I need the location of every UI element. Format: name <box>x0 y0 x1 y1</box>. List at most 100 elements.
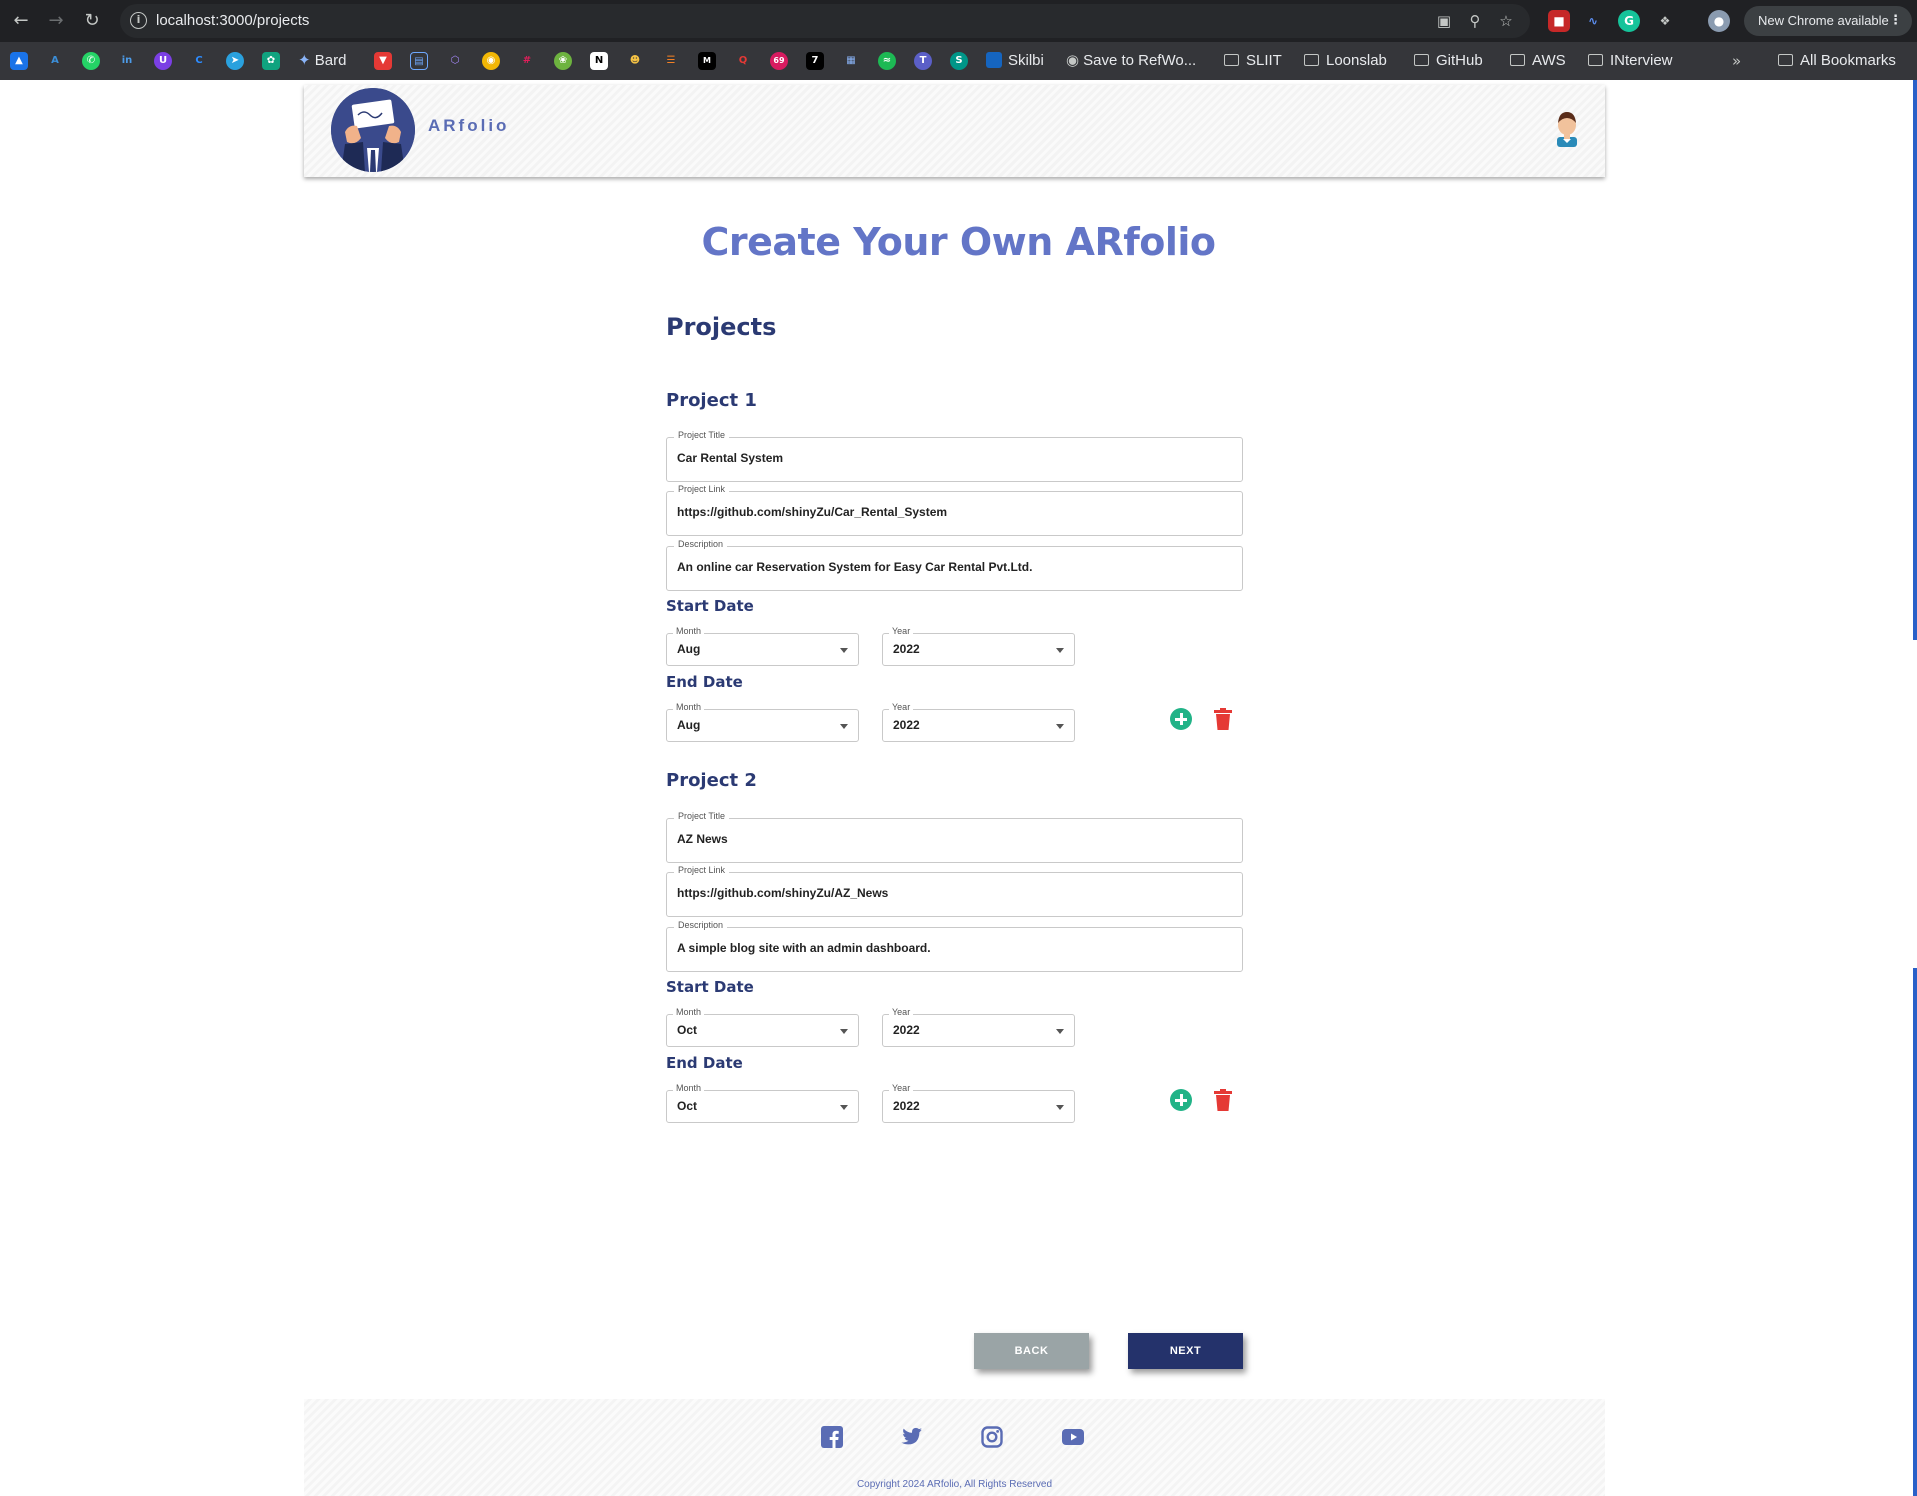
bookmark-table-icon[interactable]: ▦ <box>842 52 860 70</box>
extension-wave-icon[interactable]: ∿ <box>1582 10 1604 32</box>
bookmark-notion-icon[interactable]: N <box>590 52 608 70</box>
bookmark-bard-label: Bard <box>314 52 347 69</box>
bookmark-folder-all[interactable]: All Bookmarks <box>1778 50 1896 72</box>
user-avatar-icon[interactable] <box>1551 111 1583 147</box>
caret-down-icon <box>1056 724 1064 729</box>
back-arrow-icon[interactable]: ← <box>8 8 34 34</box>
project-1-description-field[interactable]: Description An online car Reservation Sy… <box>666 539 1243 591</box>
browser-toolbar: ← → ↻ i localhost:3000/projects ▣ ⚲ ☆ ■ … <box>0 0 1917 42</box>
caret-down-icon <box>1056 648 1064 653</box>
bookmark-sliit-label: SLIIT <box>1246 52 1282 69</box>
bookmark-folder-sliit[interactable]: SLIIT <box>1224 50 1282 72</box>
chrome-menu-icon[interactable]: ⋮ <box>1889 6 1902 36</box>
project-2-link-value[interactable]: https://github.com/shinyZu/AZ_News <box>677 886 888 900</box>
bookmark-person-icon[interactable]: ☻ <box>626 52 644 70</box>
project-2-link-field[interactable]: Project Link https://github.com/shinyZu/… <box>666 865 1243 917</box>
project-2-title-value[interactable]: AZ News <box>677 832 728 846</box>
bookmark-q-icon[interactable]: Q <box>734 52 752 70</box>
add-project-icon[interactable] <box>1170 1089 1192 1111</box>
project-1-start-year-select[interactable]: Year 2022 <box>882 626 1075 666</box>
bookmark-hacker-icon[interactable]: ◉ <box>482 52 500 70</box>
bookmark-medium-icon[interactable]: M <box>698 52 716 70</box>
scrollbar-indicator-top[interactable] <box>1913 80 1917 640</box>
bookmark-calendar-icon[interactable]: ▤ <box>410 52 428 70</box>
project-2-start-year-select[interactable]: Year 2022 <box>882 1007 1075 1047</box>
bard-sparkle-icon: ✦ <box>298 52 311 69</box>
extension-red-icon[interactable]: ■ <box>1548 10 1570 32</box>
bookmark-refworks-label: Save to RefWo... <box>1083 52 1197 69</box>
bookmark-s-icon[interactable]: S <box>950 52 968 70</box>
project-2-description-value[interactable]: A simple blog site with an admin dashboa… <box>677 941 931 955</box>
section-title-projects: Projects <box>666 313 777 341</box>
bookmark-refworks[interactable]: ◉ Save to RefWo... <box>1066 50 1196 72</box>
bookmark-telegram-icon[interactable]: ➤ <box>226 52 244 70</box>
bookmark-folder-interview[interactable]: INterview <box>1588 50 1673 72</box>
grammarly-icon[interactable]: G <box>1618 10 1640 32</box>
brand-name[interactable]: ARfolio <box>428 116 509 136</box>
twitter-icon[interactable] <box>901 1426 923 1448</box>
bookmark-coursera-icon[interactable]: C <box>190 52 208 70</box>
project-2-end-month-select[interactable]: Month Oct <box>666 1083 859 1123</box>
project-1-title-value[interactable]: Car Rental System <box>677 451 783 465</box>
bookmark-hexagon-icon[interactable]: ⬡ <box>446 52 464 70</box>
add-project-icon[interactable] <box>1170 708 1192 730</box>
bookmark-udemy-icon[interactable]: U <box>154 52 172 70</box>
profile-avatar-icon[interactable]: ● <box>1708 10 1730 32</box>
bookmark-azure-icon[interactable]: A <box>46 52 64 70</box>
bookmark-spotify-icon[interactable]: ≈ <box>878 52 896 70</box>
bookmark-skilbi[interactable]: Skilbi <box>986 50 1044 72</box>
bookmark-slack-icon[interactable]: # <box>518 52 536 70</box>
project-1-start-month-select[interactable]: Month Aug <box>666 626 859 666</box>
site-info-icon[interactable]: i <box>130 12 147 29</box>
bookmark-folder-aws[interactable]: AWS <box>1510 50 1566 72</box>
youtube-icon[interactable] <box>1062 1426 1084 1448</box>
bookmark-folder-loonslab[interactable]: Loonslab <box>1304 50 1387 72</box>
month-label: Month <box>673 702 705 712</box>
project-1-start-date-heading: Start Date <box>666 597 754 615</box>
chrome-update-button[interactable]: New Chrome available ⋮ <box>1744 6 1912 36</box>
bookmark-star-icon[interactable]: ☆ <box>1496 11 1516 31</box>
bookmark-skilbi-label: Skilbi <box>1008 52 1044 69</box>
bookmark-bard[interactable]: ✦ Bard <box>298 50 346 72</box>
bookmark-pocket-icon[interactable]: ▼ <box>374 52 392 70</box>
delete-trash-icon[interactable] <box>1214 708 1232 730</box>
project-1-description-value[interactable]: An online car Reservation System for Eas… <box>677 560 1032 574</box>
project-1-link-field[interactable]: Project Link https://github.com/shinyZu/… <box>666 484 1243 536</box>
arfolio-logo[interactable] <box>331 88 415 172</box>
delete-trash-icon[interactable] <box>1214 1089 1232 1111</box>
zoom-icon[interactable]: ⚲ <box>1465 11 1485 31</box>
project-2-heading: Project 2 <box>666 770 757 791</box>
facebook-icon[interactable] <box>821 1426 843 1448</box>
project-1-link-value[interactable]: https://github.com/shinyZu/Car_Rental_Sy… <box>677 505 947 519</box>
bookmark-69-icon[interactable]: 69 <box>770 52 788 70</box>
install-app-icon[interactable]: ▣ <box>1434 11 1454 31</box>
bookmark-seven-icon[interactable]: 7 <box>806 52 824 70</box>
scrollbar-indicator-bottom[interactable] <box>1913 968 1917 1496</box>
forward-arrow-icon[interactable]: → <box>43 8 69 34</box>
bookmark-teams-icon[interactable]: T <box>914 52 932 70</box>
back-button[interactable]: BACK <box>974 1333 1089 1369</box>
instagram-icon[interactable] <box>981 1426 1003 1448</box>
project-1-start-month-value: Aug <box>677 642 701 656</box>
project-1-end-month-select[interactable]: Month Aug <box>666 702 859 742</box>
address-bar[interactable]: i localhost:3000/projects ▣ ⚲ ☆ <box>120 4 1530 38</box>
bookmark-contacts-icon[interactable]: ▲ <box>10 52 28 70</box>
reload-icon[interactable]: ↻ <box>79 8 105 34</box>
project-2-description-field[interactable]: Description A simple blog site with an a… <box>666 920 1243 972</box>
bookmark-spring-icon[interactable]: ❀ <box>554 52 572 70</box>
bookmark-folder-github[interactable]: GitHub <box>1414 50 1483 72</box>
url-text[interactable]: localhost:3000/projects <box>156 12 309 29</box>
app-header: ARfolio <box>304 85 1605 177</box>
bookmark-linkedin-icon[interactable]: in <box>118 52 136 70</box>
bookmark-whatsapp-icon[interactable]: ✆ <box>82 52 100 70</box>
bookmark-chatgpt-icon[interactable]: ✿ <box>262 52 280 70</box>
project-1-title-field[interactable]: Project Title Car Rental System <box>666 430 1243 482</box>
next-button[interactable]: NEXT <box>1128 1333 1243 1369</box>
extensions-puzzle-icon[interactable]: ❖ <box>1654 10 1676 32</box>
project-2-start-month-select[interactable]: Month Oct <box>666 1007 859 1047</box>
project-2-title-field[interactable]: Project Title AZ News <box>666 811 1243 863</box>
bookmarks-overflow-icon[interactable]: » <box>1732 50 1741 72</box>
project-1-end-year-select[interactable]: Year 2022 <box>882 702 1075 742</box>
project-2-end-year-select[interactable]: Year 2022 <box>882 1083 1075 1123</box>
bookmark-stackoverflow-icon[interactable]: ☰ <box>662 52 680 70</box>
